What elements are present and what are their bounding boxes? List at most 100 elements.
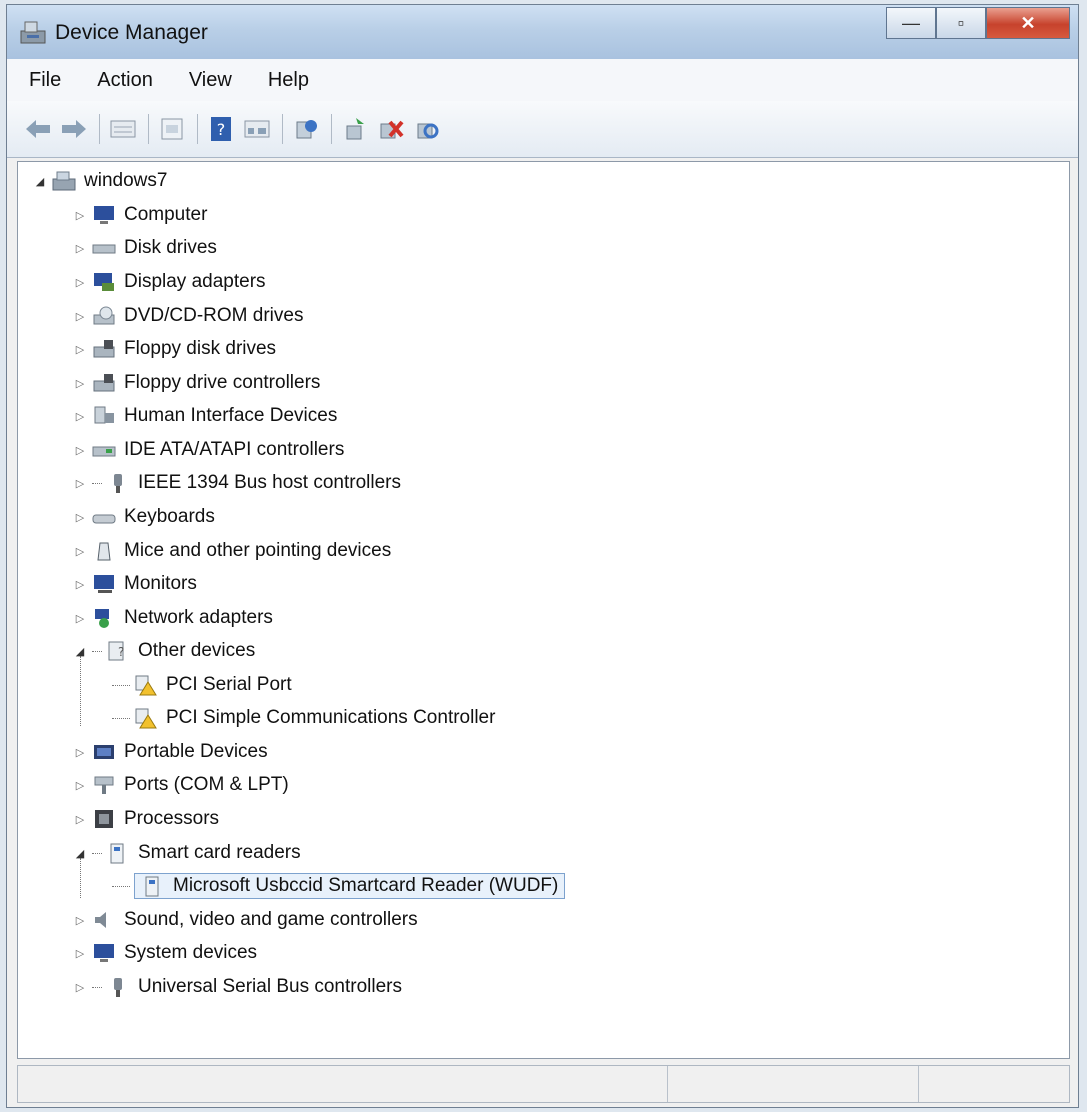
- tree-category-sound-video-game-controllers[interactable]: ▷ Sound, video and game controllers: [72, 905, 418, 935]
- collapsed-arrow-icon[interactable]: ▷: [72, 610, 88, 626]
- tree-category-monitors[interactable]: ▷ Monitors: [72, 569, 197, 599]
- title-bar[interactable]: Device Manager — ▫ ✕: [7, 5, 1078, 59]
- tree-category-ide-ata-atapi-controllers[interactable]: ▷ IDE ATA/ATAPI controllers: [72, 435, 345, 465]
- collapsed-arrow-icon[interactable]: ▷: [72, 979, 88, 995]
- collapsed-arrow-icon[interactable]: ▷: [72, 308, 88, 324]
- floppy-controller-icon: [93, 374, 115, 392]
- collapsed-arrow-icon[interactable]: ▷: [72, 945, 88, 961]
- menu-help[interactable]: Help: [268, 69, 309, 92]
- device-label: Microsoft Usbccid Smartcard Reader (WUDF…: [173, 875, 559, 896]
- category-label: IEEE 1394 Bus host controllers: [138, 472, 401, 493]
- tree-category-system-devices[interactable]: ▷ System devices: [72, 938, 257, 968]
- category-label: Smart card readers: [138, 842, 301, 863]
- device-label: PCI Serial Port: [166, 674, 292, 695]
- menu-action[interactable]: Action: [97, 69, 153, 92]
- tree-category-keyboards[interactable]: ▷ Keyboards: [72, 502, 215, 532]
- forward-arrow-icon: [62, 120, 86, 138]
- expanded-arrow-icon[interactable]: ◢: [72, 845, 88, 861]
- back-button[interactable]: [23, 114, 53, 144]
- tree-connector: [92, 852, 102, 854]
- disable-button[interactable]: [376, 114, 406, 144]
- collapsed-arrow-icon[interactable]: ▷: [72, 240, 88, 256]
- tree-category-mice[interactable]: ▷ Mice and other pointing devices: [72, 536, 391, 566]
- monitor-icon: [94, 575, 114, 593]
- category-label: Disk drives: [124, 237, 217, 258]
- view-icon: [244, 120, 270, 138]
- device-manager-window: Device Manager — ▫ ✕ File Action View He…: [6, 4, 1079, 1108]
- forward-button[interactable]: [59, 114, 89, 144]
- collapsed-arrow-icon[interactable]: ▷: [72, 341, 88, 357]
- collapsed-arrow-icon[interactable]: ▷: [72, 811, 88, 827]
- tree-category-floppy-disk-drives[interactable]: ▷ Floppy disk drives: [72, 334, 276, 364]
- category-label: Floppy drive controllers: [124, 372, 321, 393]
- tree-category-floppy-drive-controllers[interactable]: ▷ Floppy drive controllers: [72, 368, 321, 398]
- collapsed-arrow-icon[interactable]: ▷: [72, 543, 88, 559]
- category-label: Network adapters: [124, 607, 273, 628]
- collapsed-arrow-icon[interactable]: ▷: [72, 576, 88, 592]
- disable-icon: [380, 120, 404, 139]
- properties-button[interactable]: [108, 114, 138, 144]
- tree-category-portable-devices[interactable]: ▷ Portable Devices: [72, 737, 268, 767]
- tree-category-smart-card-readers[interactable]: ◢ Smart card readers: [72, 838, 301, 868]
- ieee1394-icon: [114, 474, 122, 493]
- collapsed-arrow-icon[interactable]: ▷: [72, 509, 88, 525]
- tree-device-smartcard-reader[interactable]: Microsoft Usbccid Smartcard Reader (WUDF…: [112, 871, 566, 901]
- speaker-icon: [95, 912, 106, 928]
- category-label: Computer: [124, 204, 208, 225]
- port-icon: [94, 776, 114, 794]
- window-title: Device Manager: [55, 21, 208, 44]
- collapsed-arrow-icon[interactable]: ▷: [72, 408, 88, 424]
- tree-root-label: windows7: [84, 170, 168, 191]
- menu-view[interactable]: View: [189, 69, 232, 92]
- device-label: PCI Simple Communications Controller: [166, 707, 496, 728]
- tree-category-ieee-1394-bus-host-controllers[interactable]: ▷ IEEE 1394 Bus host controllers: [72, 468, 401, 498]
- warning-device-icon: [135, 675, 157, 696]
- update-driver-button[interactable]: [291, 114, 321, 144]
- uninstall-button[interactable]: [412, 114, 442, 144]
- collapsed-arrow-icon[interactable]: ▷: [72, 274, 88, 290]
- dvd-drive-icon: [93, 306, 115, 325]
- tree-category-ports[interactable]: ▷ Ports (COM & LPT): [72, 770, 289, 800]
- toolbar: ?: [7, 101, 1078, 158]
- maximize-button[interactable]: ▫: [936, 7, 986, 39]
- tree-category-dvd-cd-rom-drives[interactable]: ▷ DVD/CD-ROM drives: [72, 301, 304, 331]
- tree-category-usb-controllers[interactable]: ▷ Universal Serial Bus controllers: [72, 972, 402, 1002]
- view-button[interactable]: [242, 114, 272, 144]
- status-cell: [18, 1066, 669, 1102]
- tree-device-pci-simple-communications-controller[interactable]: PCI Simple Communications Controller: [112, 703, 495, 733]
- usb-icon: [114, 978, 122, 997]
- collapsed-arrow-icon[interactable]: ▷: [72, 777, 88, 793]
- collapsed-arrow-icon[interactable]: ▷: [72, 744, 88, 760]
- tree-connector: [112, 717, 130, 719]
- smart-card-reader-icon: [145, 876, 159, 897]
- tree-category-computer[interactable]: ▷ Computer: [72, 200, 208, 230]
- expanded-arrow-icon[interactable]: ◢: [32, 173, 48, 189]
- collapsed-arrow-icon[interactable]: ▷: [72, 207, 88, 223]
- collapsed-arrow-icon[interactable]: ▷: [72, 375, 88, 391]
- collapsed-arrow-icon[interactable]: ▷: [72, 442, 88, 458]
- device-tree[interactable]: ◢ windows7 ▷ Computer ▷ Disk drives ▷ Di…: [17, 161, 1070, 1059]
- close-button[interactable]: ✕: [986, 7, 1070, 39]
- toolbar-separator: [331, 114, 332, 144]
- help-button[interactable]: ?: [206, 114, 236, 144]
- tree-category-network-adapters[interactable]: ▷ Network adapters: [72, 603, 273, 633]
- tree-category-processors[interactable]: ▷ Processors: [72, 804, 219, 834]
- window-button[interactable]: [157, 114, 187, 144]
- tree-connector: [112, 885, 130, 887]
- computer-icon: [94, 206, 114, 224]
- category-label: Human Interface Devices: [124, 405, 338, 426]
- tree-root[interactable]: ◢ windows7: [32, 166, 168, 196]
- tree-category-disk-drives[interactable]: ▷ Disk drives: [72, 233, 217, 263]
- selected-device-row[interactable]: Microsoft Usbccid Smartcard Reader (WUDF…: [134, 873, 566, 899]
- expanded-arrow-icon[interactable]: ◢: [72, 643, 88, 659]
- tree-category-human-interface-devices[interactable]: ▷ Human Interface Devices: [72, 401, 338, 431]
- tree-device-pci-serial-port[interactable]: PCI Serial Port: [112, 670, 292, 700]
- category-label: Display adapters: [124, 271, 266, 292]
- scan-hardware-button[interactable]: [340, 114, 370, 144]
- minimize-button[interactable]: —: [886, 7, 936, 39]
- menu-file[interactable]: File: [29, 69, 61, 92]
- tree-category-display-adapters[interactable]: ▷ Display adapters: [72, 267, 266, 297]
- collapsed-arrow-icon[interactable]: ▷: [72, 475, 88, 491]
- collapsed-arrow-icon[interactable]: ▷: [72, 912, 88, 928]
- tree-category-other-devices[interactable]: ◢ ? Other devices: [72, 636, 255, 666]
